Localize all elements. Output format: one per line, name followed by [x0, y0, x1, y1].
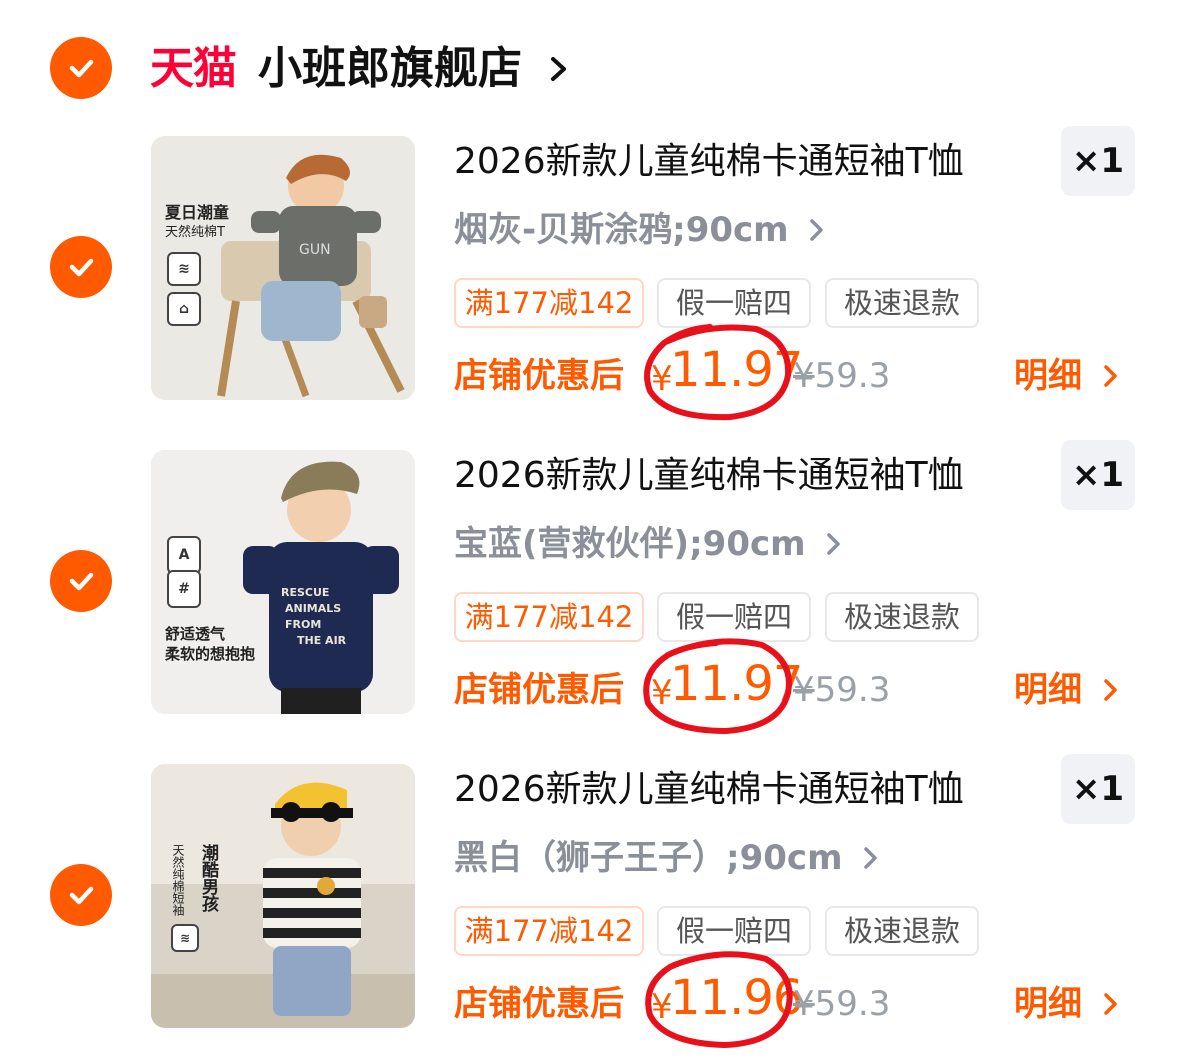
product-thumbnail[interactable]: RESCUE ANIMALS FROM THE AIR A # 舒适透气 柔软的… [151, 450, 415, 714]
quantity-badge[interactable]: ×1 [1061, 126, 1135, 196]
svg-text:ANIMALS: ANIMALS [285, 602, 341, 615]
quantity-badge[interactable]: ×1 [1061, 754, 1135, 824]
price-detail-button[interactable]: 明细 [1014, 981, 1120, 1027]
product-photo [151, 764, 415, 1028]
detail-label: 明细 [1014, 356, 1082, 396]
item-select-checkbox[interactable] [50, 236, 112, 298]
fabric-grid-icon: # [167, 570, 201, 608]
svg-text:GUN: GUN [299, 242, 331, 258]
chevron-right-icon [810, 219, 824, 241]
promo-tag: 满177减142 [454, 278, 644, 328]
refund-tag: 极速退款 [825, 592, 979, 642]
store-select-checkbox[interactable] [50, 37, 112, 99]
chevron-right-icon [864, 847, 878, 869]
quantity-badge[interactable]: ×1 [1061, 440, 1135, 510]
price-detail-button[interactable]: 明细 [1014, 353, 1120, 399]
variant-text: 宝蓝(营救伙伴);90cm [454, 524, 806, 564]
thumb-caption: 夏日潮童 [165, 203, 230, 222]
chevron-right-icon [1104, 993, 1117, 1015]
sewing-icon: ⌂ [167, 292, 201, 326]
thumb-caption: 天然纯棉短袖 [171, 844, 185, 916]
product-title[interactable]: 2026新款儿童纯棉卡通短袖T恤 [454, 767, 964, 813]
chevron-right-icon[interactable] [548, 54, 570, 84]
product-thumbnail[interactable]: GUN 夏日潮童 天然纯棉T ≋ ⌂ [151, 136, 415, 400]
refund-tag: 极速退款 [825, 278, 979, 328]
thumb-caption: 潮酷男孩 [198, 844, 218, 912]
promo-tag: 满177减142 [454, 906, 644, 956]
quality-a-icon: A [167, 536, 201, 574]
original-price-value: 59.3 [814, 356, 891, 396]
variant-selector[interactable]: 烟灰-贝斯涂鸦;90cm [454, 208, 826, 252]
svg-text:RESCUE: RESCUE [281, 586, 329, 599]
chevron-right-icon [827, 533, 841, 555]
product-title[interactable]: 2026新款儿童纯棉卡通短袖T恤 [454, 139, 964, 185]
fabric-icon: ≋ [171, 924, 199, 952]
chevron-right-icon [1104, 365, 1117, 387]
tmall-logo: 天猫 [150, 43, 237, 94]
original-price-value: 59.3 [814, 984, 891, 1024]
variant-text: 黑白（狮子王子）;90cm [454, 838, 843, 878]
price-label: 店铺优惠后 [454, 670, 624, 710]
thumb-caption: 天然纯棉T [165, 225, 225, 240]
item-select-checkbox[interactable] [50, 864, 112, 926]
original-price: ¥59.3 [793, 981, 890, 1027]
svg-text:FROM: FROM [285, 618, 321, 631]
product-title[interactable]: 2026新款儿童纯棉卡通短袖T恤 [454, 453, 964, 499]
discounted-price: 11.96 [670, 970, 803, 1026]
check-icon [69, 572, 94, 591]
thumb-caption: 柔软的想抱抱 [165, 645, 256, 663]
variant-selector[interactable]: 宝蓝(营救伙伴);90cm [454, 522, 843, 566]
detail-label: 明细 [1014, 984, 1082, 1024]
price-label: 店铺优惠后 [454, 356, 624, 396]
original-price-value: 59.3 [814, 670, 891, 710]
guarantee-tag: 假一赔四 [657, 906, 811, 956]
check-icon [69, 258, 94, 277]
cart-item: RESCUE ANIMALS FROM THE AIR A # 舒适透气 柔软的… [0, 440, 1179, 750]
fabric-icon: ≋ [167, 252, 201, 286]
item-select-checkbox[interactable] [50, 550, 112, 612]
original-currency: ¥ [793, 356, 815, 396]
cart-item: GUN 夏日潮童 天然纯棉T ≋ ⌂ 2026新款儿童纯棉卡通短袖T恤 ×1 烟… [0, 126, 1179, 436]
guarantee-tag: 假一赔四 [657, 278, 811, 328]
promo-tag: 满177减142 [454, 592, 644, 642]
price-detail-button[interactable]: 明细 [1014, 667, 1120, 713]
chevron-right-icon [1104, 679, 1117, 701]
detail-label: 明细 [1014, 670, 1082, 710]
price-label: 店铺优惠后 [454, 984, 624, 1024]
original-price: ¥59.3 [793, 353, 890, 399]
cart-item: 潮酷男孩 天然纯棉短袖 ≋ 2026新款儿童纯棉卡通短袖T恤 ×1 黑白（狮子王… [0, 754, 1179, 1059]
discounted-price: 11.97 [670, 656, 803, 712]
original-currency: ¥ [793, 670, 815, 710]
svg-text:THE AIR: THE AIR [297, 634, 347, 647]
variant-selector[interactable]: 黑白（狮子王子）;90cm [454, 836, 880, 880]
check-icon [69, 886, 94, 905]
discounted-price: 11.97 [670, 342, 803, 398]
check-icon [69, 59, 94, 78]
cart-store-group: 天猫 小班郎旗舰店 GUN 夏日潮童 天然纯棉T ≋ ⌂ 2026新款儿童纯棉卡… [0, 0, 1179, 1059]
product-thumbnail[interactable]: 潮酷男孩 天然纯棉短袖 ≋ [151, 764, 415, 1028]
store-name-link[interactable]: 小班郎旗舰店 [258, 41, 522, 97]
variant-text: 烟灰-贝斯涂鸦;90cm [454, 210, 789, 250]
refund-tag: 极速退款 [825, 906, 979, 956]
thumb-caption: 舒适透气 [165, 625, 226, 643]
guarantee-tag: 假一赔四 [657, 592, 811, 642]
original-currency: ¥ [793, 984, 815, 1024]
original-price: ¥59.3 [793, 667, 890, 713]
